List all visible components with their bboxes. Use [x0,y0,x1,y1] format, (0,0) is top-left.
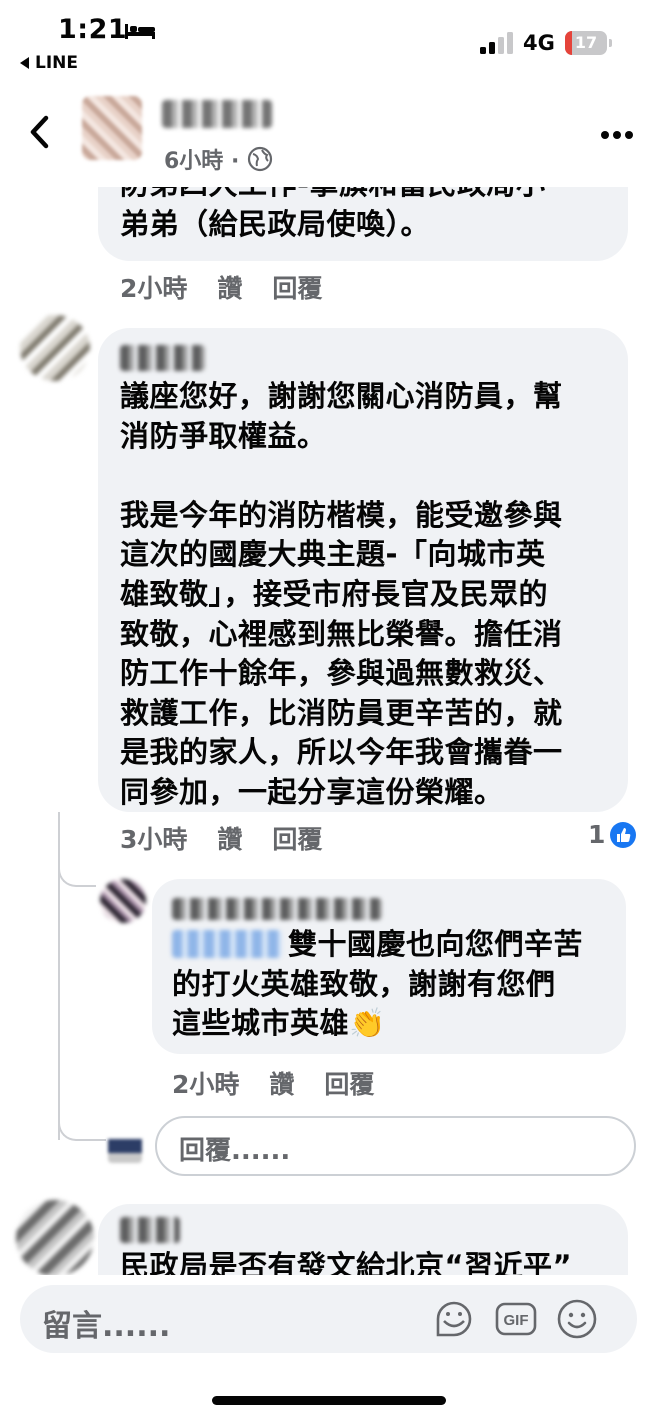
sticker-icon[interactable] [432,1297,476,1341]
comment-text: 防弟四大工作-拿旗和當民政局小 弟弟（給民政局使喚）。 [120,187,545,241]
reaction-count: 1 [588,820,606,849]
like-button[interactable]: 讚 [217,269,242,305]
thread-connector [58,1107,106,1141]
reply-button[interactable]: 回覆 [324,1065,374,1101]
author-avatar[interactable] [82,96,142,160]
replier-name-redacted[interactable] [172,898,382,920]
comment-actions: 3小時 讚 回覆 [120,820,322,856]
bed-icon [125,24,155,39]
like-button[interactable]: 讚 [269,1065,294,1101]
status-time: 1:21 [58,14,128,45]
comments-list[interactable]: 防弟四大工作-拿旗和當民政局小 弟弟（給民政局使喚）。 2小時 讚 回覆 議座您… [0,187,656,1275]
back-to-app-link[interactable]: LINE [20,53,78,73]
commenter-avatar[interactable] [20,315,90,381]
my-avatar [108,1129,142,1163]
comment-input-placeholder: 留言...... [42,1309,171,1344]
post-meta: 6小時 · [164,143,273,175]
commenter-name-redacted[interactable] [120,345,205,371]
commenter-avatar[interactable] [16,1200,94,1275]
comment-text: 議座您好，謝謝您關心消防員，幫 消防爭取權益。 我是今年的消防楷模，能受邀參與 … [120,379,563,809]
author-name-redacted[interactable] [162,100,272,128]
thread-connector [58,847,96,887]
comment-actions: 2小時 讚 回覆 [120,269,322,305]
comment-time: 3小時 [120,825,188,854]
svg-text:GIF: GIF [504,1312,529,1329]
comment-text: 民政局是否有發文給北京“習近平” [120,1249,573,1275]
reply-text: 雙十國慶也向您們辛苦 的打火英雄致敬，謝謝有您們 這些城市英雄👏 [172,927,584,1041]
back-app-label: LINE [35,53,78,73]
reply-input-placeholder: 回覆...... [179,1136,291,1166]
emoji-icon[interactable] [555,1297,599,1341]
post-time: 6小時 · [164,149,240,174]
gif-icon[interactable]: GIF [494,1297,538,1341]
home-indicator[interactable] [212,1396,446,1405]
reply-button[interactable]: 回覆 [272,269,322,305]
battery-icon: 17 [565,31,613,55]
reply-actions: 2小時 讚 回覆 [172,1065,374,1101]
comment-time: 2小時 [120,274,188,303]
battery-level: 17 [574,33,598,52]
comment-composer[interactable]: 留言...... GIF [20,1285,637,1353]
like-reaction-icon [610,821,637,848]
commenter-name-redacted[interactable] [120,1217,180,1243]
reaction-summary[interactable]: 1 [588,820,637,849]
globe-icon [248,146,273,172]
network-type: 4G [523,31,555,55]
reply-input[interactable]: 回覆...... [155,1116,636,1176]
back-arrow-icon[interactable] [26,112,56,152]
reply-time: 2小時 [172,1070,240,1099]
back-triangle-icon [20,57,29,69]
like-button[interactable]: 讚 [217,820,242,856]
signal-icon [480,32,513,54]
more-icon[interactable] [600,130,634,140]
reply-button[interactable]: 回覆 [272,820,322,856]
replier-avatar[interactable] [100,879,146,923]
